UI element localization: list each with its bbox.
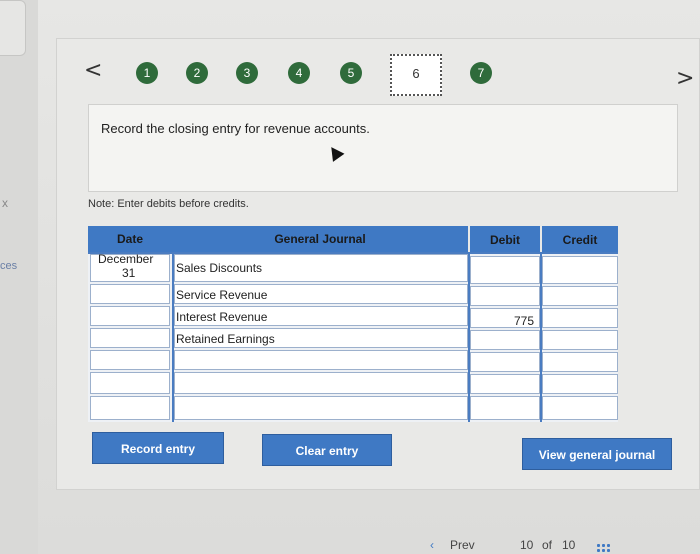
account-input[interactable] <box>174 372 468 394</box>
step-1[interactable]: 1 <box>136 62 158 84</box>
question-box: Record the closing entry for revenue acc… <box>88 104 678 192</box>
account-input[interactable] <box>174 396 468 420</box>
credit-input[interactable] <box>542 352 618 372</box>
date-day: 31 <box>122 266 136 280</box>
view-general-journal-button[interactable]: View general journal <box>522 438 672 470</box>
credit-input[interactable] <box>542 396 618 420</box>
general-journal-header: General Journal <box>172 226 468 252</box>
close-icon[interactable]: x <box>2 196 8 210</box>
column-divider <box>540 252 542 422</box>
page-total: 10 <box>562 538 576 552</box>
left-sidebar-strip: x ces <box>0 0 38 554</box>
grid-menu-icon[interactable] <box>596 543 612 554</box>
prev-page-link[interactable]: Prev <box>450 538 475 552</box>
account-text: Sales Discounts <box>176 261 263 275</box>
account-text: Interest Revenue <box>176 310 268 324</box>
step-6-current[interactable]: 6 <box>390 54 442 96</box>
step-3[interactable]: 3 <box>236 62 258 84</box>
debit-value: 775 <box>514 314 535 328</box>
debit-input[interactable] <box>470 256 540 284</box>
credit-input[interactable] <box>542 256 618 284</box>
date-header: Date <box>88 226 172 252</box>
debit-input[interactable] <box>470 286 540 306</box>
step-7[interactable]: 7 <box>470 62 492 84</box>
step-5[interactable]: 5 <box>340 62 362 84</box>
clear-entry-button[interactable]: Clear entry <box>262 434 392 466</box>
date-cell[interactable] <box>90 372 170 394</box>
account-text: Retained Earnings <box>176 332 275 346</box>
sidebar-tab[interactable] <box>0 0 26 56</box>
step-2[interactable]: 2 <box>186 62 208 84</box>
debit-input[interactable] <box>470 330 540 350</box>
date-month: December <box>98 252 154 266</box>
next-step-arrow-icon[interactable]: > <box>676 66 694 91</box>
credit-input[interactable] <box>542 286 618 306</box>
credit-input[interactable] <box>542 374 618 394</box>
step-4[interactable]: 4 <box>288 62 310 84</box>
column-divider <box>172 252 174 422</box>
sidebar-label[interactable]: ces <box>0 260 17 272</box>
note-text: Note: Enter debits before credits. <box>88 198 249 210</box>
prev-step-arrow-icon[interactable]: < <box>84 58 102 83</box>
page-of: of <box>542 538 553 552</box>
date-cell[interactable] <box>90 328 170 348</box>
date-cell[interactable] <box>90 284 170 304</box>
record-entry-button[interactable]: Record entry <box>92 432 224 464</box>
credit-header: Credit <box>542 226 618 254</box>
question-text: Record the closing entry for revenue acc… <box>101 121 370 136</box>
date-cell[interactable] <box>90 306 170 326</box>
debit-header: Debit <box>470 226 540 254</box>
date-cell[interactable] <box>90 350 170 370</box>
column-divider <box>468 252 470 422</box>
debit-input[interactable] <box>470 396 540 420</box>
row-divider <box>88 252 618 254</box>
account-input[interactable] <box>174 350 468 370</box>
credit-input[interactable] <box>542 308 618 328</box>
prev-chevron-icon[interactable]: ‹ <box>430 538 434 552</box>
debit-input[interactable] <box>470 374 540 394</box>
date-cell[interactable] <box>90 396 170 420</box>
credit-input[interactable] <box>542 330 618 350</box>
page-current: 10 <box>520 538 534 552</box>
account-text: Service Revenue <box>176 288 268 302</box>
debit-input[interactable] <box>470 352 540 372</box>
